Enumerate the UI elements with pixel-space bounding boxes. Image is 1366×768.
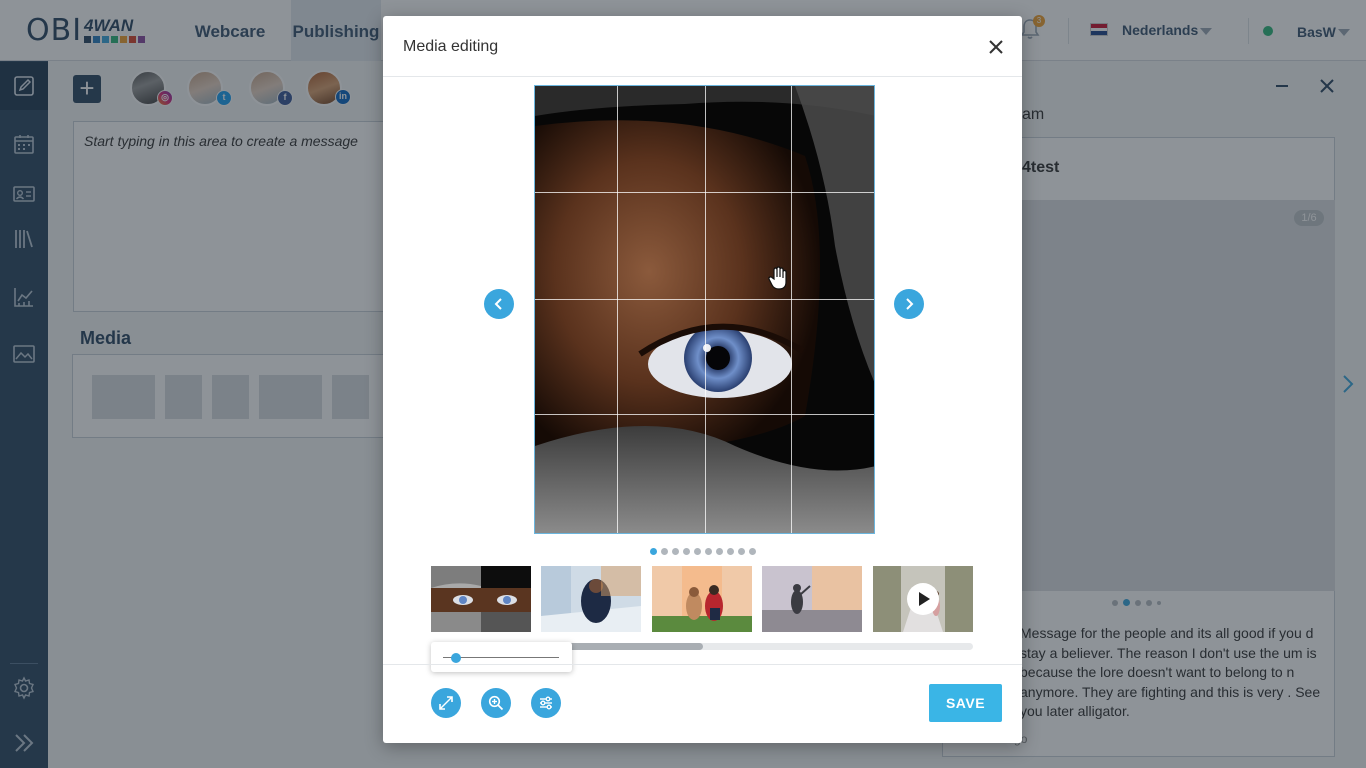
pagination-dot[interactable] [650, 548, 657, 555]
pagination-dot[interactable] [727, 548, 734, 555]
thumbnail-2[interactable] [541, 566, 641, 632]
grid-line [705, 86, 706, 533]
zoom-button[interactable] [481, 688, 511, 718]
modal-footer-divider [383, 664, 1022, 665]
expand-icon [439, 696, 453, 710]
grid-line [535, 414, 874, 415]
save-button[interactable]: SAVE [929, 684, 1002, 722]
pagination-dot[interactable] [672, 548, 679, 555]
modal-header: Media editing [383, 16, 1022, 77]
pagination-dot[interactable] [716, 548, 723, 555]
chevron-right-icon [906, 298, 914, 310]
couple-sunset-thumbnail [652, 566, 752, 632]
close-icon[interactable] [987, 38, 1005, 56]
eye-portrait-thumbnail [431, 566, 531, 632]
zoom-in-icon [488, 695, 504, 711]
pagination-dot[interactable] [749, 548, 756, 555]
fit-to-frame-button[interactable] [431, 688, 461, 718]
grid-line [617, 86, 618, 533]
adjust-button[interactable] [531, 688, 561, 718]
person-sunrise-thumbnail [762, 566, 862, 632]
thumbnail-4[interactable] [762, 566, 862, 632]
thumbnail-1[interactable] [431, 566, 531, 632]
play-icon [919, 592, 930, 606]
thumbnail-5[interactable] [873, 566, 973, 632]
next-image-button[interactable] [894, 289, 924, 319]
previous-image-button[interactable] [484, 289, 514, 319]
hiker-thumbnail [541, 566, 641, 632]
grid-line [535, 299, 874, 300]
play-video-button[interactable] [907, 583, 939, 615]
hand-cursor-icon [768, 266, 787, 290]
crop-area[interactable] [534, 85, 875, 534]
media-editing-modal: Media editing SAVE [383, 16, 1022, 743]
pagination-dot[interactable] [705, 548, 712, 555]
thumbnail-3[interactable] [652, 566, 752, 632]
zoom-slider-handle[interactable] [451, 653, 461, 663]
chevron-left-icon [494, 298, 502, 310]
pagination-dot[interactable] [683, 548, 690, 555]
grid-line [535, 192, 874, 193]
thumbnail-scrollbar-thumb[interactable] [551, 643, 703, 650]
adjust-icon [540, 696, 552, 710]
grid-line [791, 86, 792, 533]
modal-title: Media editing [403, 38, 499, 55]
pagination-dot[interactable] [738, 548, 745, 555]
pagination-dot[interactable] [661, 548, 668, 555]
image-pagination [650, 548, 756, 555]
zoom-popover [431, 642, 572, 672]
pagination-dot[interactable] [694, 548, 701, 555]
